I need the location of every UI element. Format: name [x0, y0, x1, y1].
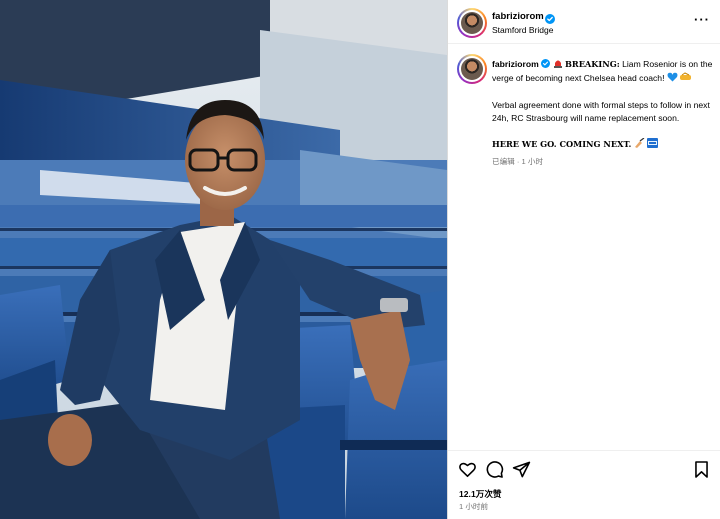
share-icon[interactable] [512, 460, 531, 479]
comment-icon[interactable] [485, 460, 504, 479]
more-options-button[interactable]: ··· [694, 12, 710, 27]
blue-heart-icon [667, 72, 678, 86]
caption-line-3: HERE WE GO. COMING NEXT. [492, 139, 632, 149]
writing-hand-icon [634, 137, 645, 152]
caption-meta: 已编辑 · 1 小时 [492, 155, 714, 168]
chelsea-flag-icon [647, 138, 659, 152]
siren-icon [553, 58, 563, 72]
bookmark-icon[interactable] [692, 460, 711, 479]
caption-avatar[interactable] [457, 54, 487, 84]
heart-icon[interactable] [458, 460, 477, 479]
avatar[interactable] [457, 8, 487, 38]
caption-line-2: Verbal agreement done with formal steps … [492, 100, 710, 123]
verified-badge-icon [541, 59, 551, 72]
post-location[interactable]: Stamford Bridge [492, 25, 553, 35]
post-header: fabriziorom Stamford Bridge ··· [448, 0, 720, 44]
post-photo[interactable] [0, 0, 447, 519]
post-side-panel: fabriziorom Stamford Bridge ··· fabrizio… [447, 0, 720, 519]
caption-time[interactable]: 1 小时 [522, 157, 544, 166]
meta-separator: · [514, 157, 522, 166]
breaking-label: BREAKING: [564, 59, 620, 69]
caption-username[interactable]: fabriziorom [492, 59, 539, 69]
caption-text: fabriziorom BREAKING: Liam Rosenior is o… [492, 58, 714, 168]
post-actions-bar [448, 450, 720, 488]
author-username[interactable]: fabriziorom [492, 11, 544, 22]
post-time: 1 小时前 [459, 502, 489, 511]
handshake-icon [680, 72, 692, 86]
edited-label: 已编辑 [492, 157, 515, 166]
likes-count[interactable]: 12.1万次赞 [459, 488, 502, 500]
